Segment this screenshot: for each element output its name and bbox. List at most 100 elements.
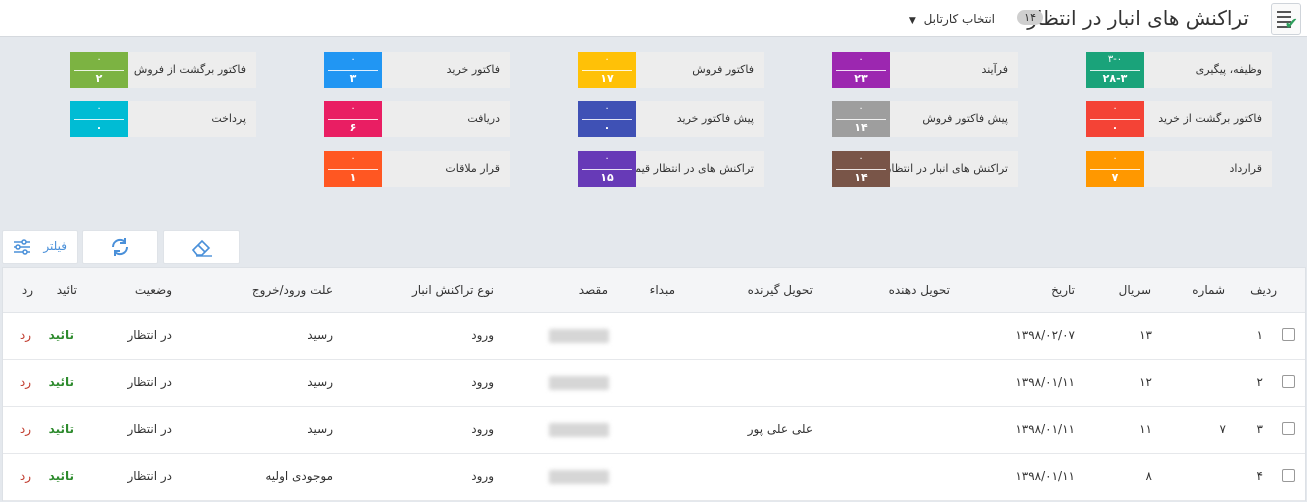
tile-count-bottom: ۷ xyxy=(1111,171,1119,184)
tile-count-bottom: ۰ xyxy=(1111,121,1119,134)
tile-label: پیش فاکتور خرید xyxy=(676,112,754,125)
tile-count-box: ۰ ۱۴ xyxy=(832,101,890,137)
tile-card[interactable]: فاکتور فروش ۰ ۱۷ xyxy=(578,52,764,88)
cell-row: ۳ xyxy=(1256,422,1263,436)
title-count-badge: ۱۴ xyxy=(1017,10,1043,25)
col-date: تاریخ xyxy=(1051,283,1075,297)
cell-serial: ۱۱ xyxy=(1139,422,1152,436)
tile-card[interactable]: پیش فاکتور فروش ۰ ۱۴ xyxy=(832,101,1018,137)
tile-card[interactable]: قرار ملاقات ۰ ۱ xyxy=(324,151,510,187)
tile-count-bottom: ۱۴ xyxy=(854,171,868,184)
cell-status: در انتظار xyxy=(127,328,172,342)
tile-count-box: ۰۰ xyxy=(70,101,128,137)
cell-status: در انتظار xyxy=(127,422,172,436)
tile-count-bottom: ۶ xyxy=(349,121,357,134)
tile-card[interactable]: فاکتور خرید ۰ ۳ xyxy=(324,52,510,88)
caret-down-icon: ▼ xyxy=(908,16,916,26)
tile-count-top: ۰ xyxy=(96,103,102,114)
tile-label: فاکتور برگشت از خرید xyxy=(1158,112,1262,125)
approve-link[interactable]: تائید xyxy=(49,469,74,483)
approve-link[interactable]: تائید xyxy=(49,422,74,436)
filter-button[interactable]: فیلتر xyxy=(2,230,78,264)
filter-label: فیلتر xyxy=(43,239,67,253)
tile-label: قرارداد xyxy=(1229,162,1262,175)
tile-count-box: ۰ ۱۷ xyxy=(578,52,636,88)
cell-date: ۱۳۹۸/۰۱/۱۱ xyxy=(1015,469,1075,483)
cell-status: در انتظار xyxy=(127,469,172,483)
cell-type: ورود xyxy=(471,328,494,342)
refresh-button[interactable] xyxy=(82,230,158,264)
tile-count-box: ۰ ۱۵ xyxy=(578,151,636,187)
tile-card[interactable]: فرآیند ۰ ۲۳ xyxy=(832,52,1018,88)
cell-status: در انتظار xyxy=(127,375,172,389)
col-deliverer: تحویل دهنده xyxy=(888,283,950,297)
tile-card[interactable]: فاکتور برگشت از خرید ۰ ۰ xyxy=(1086,101,1272,137)
eraser-icon xyxy=(191,239,212,257)
tile-card[interactable]: وظیفه، پیگیری ۳-۰ ۲۸-۳ xyxy=(1086,52,1272,88)
tile-count-top: ۰ xyxy=(350,103,356,114)
cell-reason: رسید xyxy=(307,422,333,436)
cell-destination-redacted xyxy=(549,423,609,437)
tile-count-top: ۰ xyxy=(1112,153,1118,164)
tile-count-box: ۰۳ xyxy=(324,52,382,88)
approve-link[interactable]: تائید xyxy=(49,375,74,389)
reject-link[interactable]: رد xyxy=(20,328,31,342)
tile-divider xyxy=(328,70,378,71)
table-row[interactable]: ۴ ۸ ۱۳۹۸/۰۱/۱۱ ورود موجودی اولیه در انتظار تائ… xyxy=(3,453,1305,501)
cell-serial: ۱۲ xyxy=(1139,375,1152,389)
tile-label: قرار ملاقات xyxy=(445,162,500,175)
tile-count-top: ۰ xyxy=(604,54,610,65)
tile-card[interactable]: فاکتور برگشت از فروش ۰ ۲ xyxy=(70,52,256,88)
row-checkbox[interactable] xyxy=(1282,422,1295,435)
tile-label: دریافت xyxy=(467,112,500,125)
col-reason: علت ورود/خروج xyxy=(251,283,333,297)
tile-count-top: ۰ xyxy=(858,153,864,164)
table-row[interactable]: ۳ ۷ ۱۱ ۱۳۹۸/۰۱/۱۱ علی علی پور ورود رسید در انتظ… xyxy=(3,406,1305,454)
tile-label: تراکنش های انبار در انتظار xyxy=(886,162,1008,175)
tile-card[interactable]: پیش فاکتور خرید ۰ ۰ xyxy=(578,101,764,137)
table-row[interactable]: ۲ ۱۲ ۱۳۹۸/۰۱/۱۱ ورود رسید در انتظار تائید رد xyxy=(3,359,1305,407)
reject-link[interactable]: رد xyxy=(20,375,31,389)
tile-card[interactable]: تراکنش های در انتظار قیمت گذاری ۰ ۱۵ xyxy=(578,151,764,187)
col-status: وضعیت xyxy=(134,283,172,297)
tile-count-bottom: ۲۸-۳ xyxy=(1102,72,1128,85)
cell-date: ۱۳۹۸/۰۲/۰۷ xyxy=(1015,328,1075,342)
tile-divider xyxy=(836,70,886,71)
row-checkbox[interactable] xyxy=(1282,469,1295,482)
tile-count-bottom: ۰ xyxy=(95,121,103,134)
row-checkbox[interactable] xyxy=(1282,328,1295,341)
tile-card[interactable]: تراکنش های انبار در انتظار ۰ ۱۴ xyxy=(832,151,1018,187)
tile-card[interactable]: قرارداد ۰ ۷ xyxy=(1086,151,1272,187)
page-title: تراکنش های انبار در انتظار xyxy=(1027,6,1249,30)
tile-count-box: ۰ ۱۴ xyxy=(832,151,890,187)
cell-reason: رسید xyxy=(307,375,333,389)
cell-destination-redacted xyxy=(549,470,609,484)
col-row: ردیف xyxy=(1250,283,1277,297)
cell-number: ۷ xyxy=(1219,422,1226,436)
reject-link[interactable]: رد xyxy=(20,422,31,436)
tile-label: پرداخت xyxy=(211,112,246,125)
tile-divider xyxy=(328,169,378,170)
table-row[interactable]: ۱ ۱۳ ۱۳۹۸/۰۲/۰۷ ورود رسید در انتظار تائید رد xyxy=(3,312,1305,360)
kartabl-select[interactable]: انتخاب کارتابل ▼ xyxy=(909,12,995,26)
tile-label: فرآیند xyxy=(981,63,1008,76)
approve-link[interactable]: تائید xyxy=(49,328,74,342)
row-checkbox[interactable] xyxy=(1282,375,1295,388)
tile-card[interactable]: دریافت ۰ ۶ xyxy=(324,101,510,137)
tile-label: فاکتور برگشت از فروش xyxy=(133,63,246,76)
cell-destination-redacted xyxy=(549,329,609,343)
cell-reason: موجودی اولیه xyxy=(265,469,333,483)
tile-count-box: ۰۶ xyxy=(324,101,382,137)
tile-count-box: ۰۰ xyxy=(578,101,636,137)
tile-label: وظیفه، پیگیری xyxy=(1195,63,1262,76)
tile-card[interactable]: پرداخت ۰ ۰ xyxy=(70,101,256,137)
reject-link[interactable]: رد xyxy=(20,469,31,483)
col-approve: تائید xyxy=(56,283,77,297)
cell-type: ورود xyxy=(471,375,494,389)
tile-label: پیش فاکتور فروش xyxy=(922,112,1008,125)
tile-count-bottom: ۲ xyxy=(95,72,103,85)
clear-filter-button[interactable] xyxy=(163,230,240,264)
filter-sliders-icon xyxy=(14,239,30,255)
transactions-table: ردیف شماره سریال تاریخ تحویل دهنده تحویل… xyxy=(2,267,1306,501)
tile-label: فاکتور فروش xyxy=(692,63,754,76)
